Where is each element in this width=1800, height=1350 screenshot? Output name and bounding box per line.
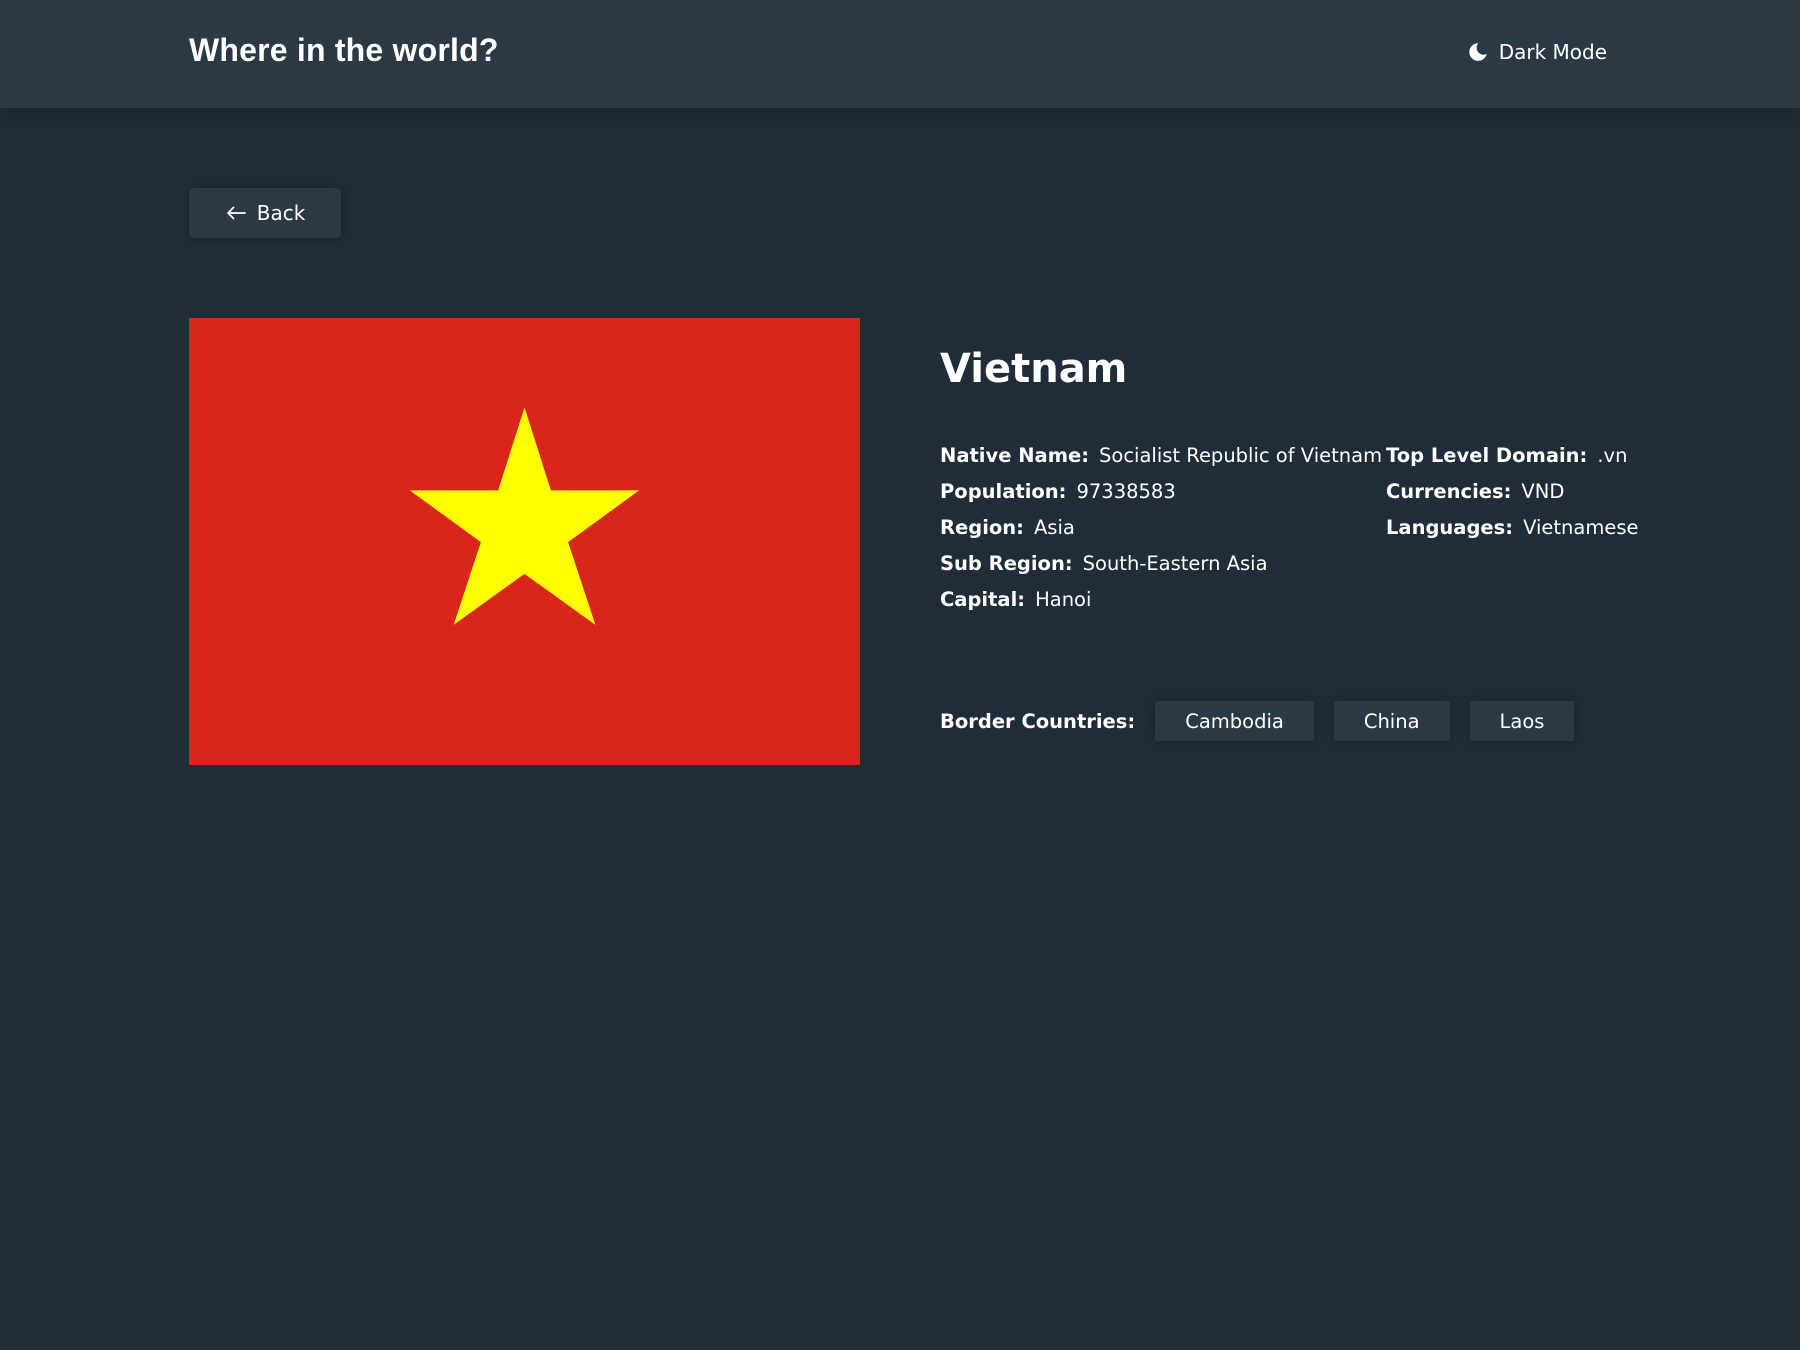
details-secondary: Top Level Domain: .vn Currencies: VND Lang… — [1386, 442, 1639, 550]
dark-mode-toggle[interactable]: Dark Mode — [1467, 40, 1607, 64]
detail-top-level-domain: Top Level Domain: .vn — [1386, 442, 1639, 478]
detail-value: .vn — [1597, 444, 1628, 467]
moon-icon — [1467, 41, 1489, 63]
border-country-button[interactable]: Laos — [1469, 701, 1575, 741]
back-button[interactable]: Back — [189, 188, 341, 238]
detail-value: VND — [1521, 480, 1565, 503]
detail-label: Population: — [940, 480, 1067, 503]
app-title: Where in the world? — [189, 32, 499, 68]
detail-label: Top Level Domain: — [1386, 444, 1588, 467]
detail-value: Asia — [1033, 516, 1075, 539]
detail-value: 97338583 — [1076, 480, 1176, 503]
detail-value: South-Eastern Asia — [1082, 552, 1268, 575]
border-countries: Border Countries: Cambodia China Laos — [940, 701, 1575, 741]
detail-value: Hanoi — [1035, 588, 1092, 611]
app-header: Where in the world? Dark Mode — [0, 0, 1800, 108]
detail-label: Languages: — [1386, 516, 1514, 539]
detail-label: Currencies: — [1386, 480, 1512, 503]
arrow-left-icon — [225, 205, 247, 221]
detail-languages: Languages: Vietnamese — [1386, 514, 1639, 550]
detail-value: Vietnamese — [1523, 516, 1639, 539]
detail-population: Population: 97338583 — [940, 478, 1382, 514]
detail-sub-region: Sub Region: South-Eastern Asia — [940, 550, 1382, 586]
border-country-button[interactable]: Cambodia — [1155, 701, 1314, 741]
border-countries-label: Border Countries: — [940, 709, 1136, 733]
detail-label: Region: — [940, 516, 1024, 539]
detail-native-name: Native Name: Socialist Republic of Vietna… — [940, 442, 1382, 478]
dark-mode-label: Dark Mode — [1498, 40, 1607, 64]
details-primary: Native Name: Socialist Republic of Vietna… — [940, 442, 1382, 622]
country-name: Vietnam — [940, 346, 1128, 392]
detail-label: Sub Region: — [940, 552, 1073, 575]
border-country-button[interactable]: China — [1333, 701, 1450, 741]
detail-label: Native Name: — [940, 444, 1090, 467]
country-flag-image — [189, 318, 860, 765]
detail-value: Socialist Republic of Vietnam — [1099, 444, 1383, 467]
detail-region: Region: Asia — [940, 514, 1382, 550]
detail-capital: Capital: Hanoi — [940, 586, 1382, 622]
back-button-label: Back — [256, 201, 306, 225]
detail-currencies: Currencies: VND — [1386, 478, 1639, 514]
detail-label: Capital: — [940, 588, 1026, 611]
